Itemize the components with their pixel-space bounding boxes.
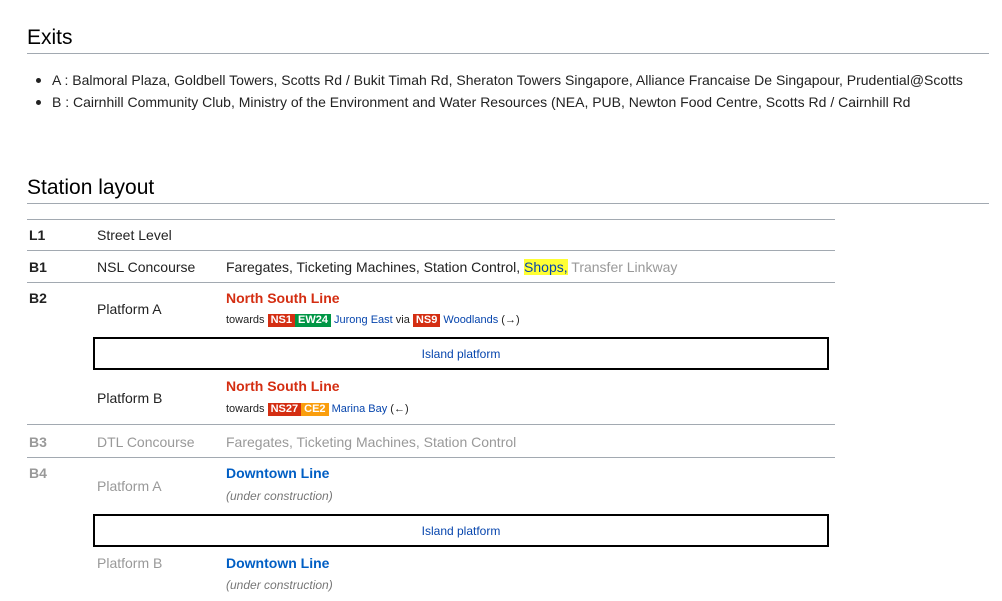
b2-platform-b-line-link[interactable]: North South Line [226, 378, 340, 394]
station-layout-heading: Station layout [27, 176, 155, 199]
jurong-east-link[interactable]: Jurong East [334, 314, 393, 326]
station-layout-heading-rule [27, 203, 989, 204]
towards-label: towards [226, 403, 265, 415]
via-label: via [395, 314, 410, 326]
island-platform-link[interactable]: Island platform [422, 347, 501, 361]
b4-island-platform[interactable]: Island platform [93, 514, 829, 547]
marina-bay-link[interactable]: Marina Bay [332, 403, 388, 415]
direction-arrow-left: (←) [390, 403, 409, 415]
station-code-badge-ns27[interactable]: NS27 [267, 403, 302, 416]
level-b3: B3 [29, 434, 47, 450]
transfer-linkway-text: Transfer Linkway [571, 259, 678, 275]
station-code-badge-ns9[interactable]: NS9 [412, 314, 441, 327]
facilities-text: Faregates, Ticketing Machines, Station C… [226, 259, 521, 275]
dtl-concourse-label: DTL Concourse [97, 434, 195, 450]
b2-island-platform[interactable]: Island platform [93, 337, 829, 370]
exit-item-a: A : Balmoral Plaza, Goldbell Towers, Sco… [35, 69, 985, 91]
b2-platform-b-label: Platform B [97, 390, 163, 406]
row-divider [27, 457, 835, 458]
b2-platform-a-towards: towards NS1 EW24 Jurong East via NS9 Wood… [226, 314, 520, 327]
table-top-rule [27, 219, 835, 220]
station-code-badge-ce2[interactable]: CE2 [301, 403, 329, 416]
level-b2: B2 [29, 290, 47, 306]
b4-platform-b-status: (under construction) [226, 578, 333, 592]
exits-heading-rule [27, 53, 989, 54]
woodlands-link[interactable]: Woodlands [443, 314, 498, 326]
exits-list: A : Balmoral Plaza, Goldbell Towers, Sco… [35, 69, 985, 113]
level-b4: B4 [29, 465, 47, 481]
b4-platform-a-line-link[interactable]: Downtown Line [226, 465, 329, 481]
level-l1: L1 [29, 227, 46, 243]
direction-arrow-right: (→) [501, 314, 520, 326]
level-b1: B1 [29, 259, 47, 275]
exit-item-b: B : Cairnhill Community Club, Ministry o… [35, 91, 985, 113]
station-code-badge-ns1[interactable]: NS1 [267, 314, 295, 327]
exits-heading: Exits [27, 26, 73, 49]
b4-platform-a-status: (under construction) [226, 489, 333, 503]
b4-platform-b-line-link[interactable]: Downtown Line [226, 555, 329, 571]
station-code-badge-ew24[interactable]: EW24 [295, 314, 331, 327]
street-level-label: Street Level [97, 227, 172, 243]
nsl-concourse-facilities: Faregates, Ticketing Machines, Station C… [226, 259, 677, 275]
b2-platform-b-towards: towards NS27 CE2 Marina Bay (←) [226, 403, 409, 416]
b2-platform-a-label: Platform A [97, 301, 162, 317]
dtl-concourse-facilities: Faregates, Ticketing Machines, Station C… [226, 434, 517, 450]
b4-platform-a-label: Platform A [97, 478, 162, 494]
b4-platform-b-label: Platform B [97, 555, 163, 571]
row-divider [27, 424, 835, 425]
towards-label: towards [226, 314, 265, 326]
island-platform-link[interactable]: Island platform [422, 524, 501, 538]
row-divider [27, 250, 835, 251]
nsl-concourse-label: NSL Concourse [97, 259, 196, 275]
b2-platform-a-line-link[interactable]: North South Line [226, 290, 340, 306]
shops-link[interactable]: Shops, [524, 259, 568, 275]
row-divider [27, 282, 835, 283]
